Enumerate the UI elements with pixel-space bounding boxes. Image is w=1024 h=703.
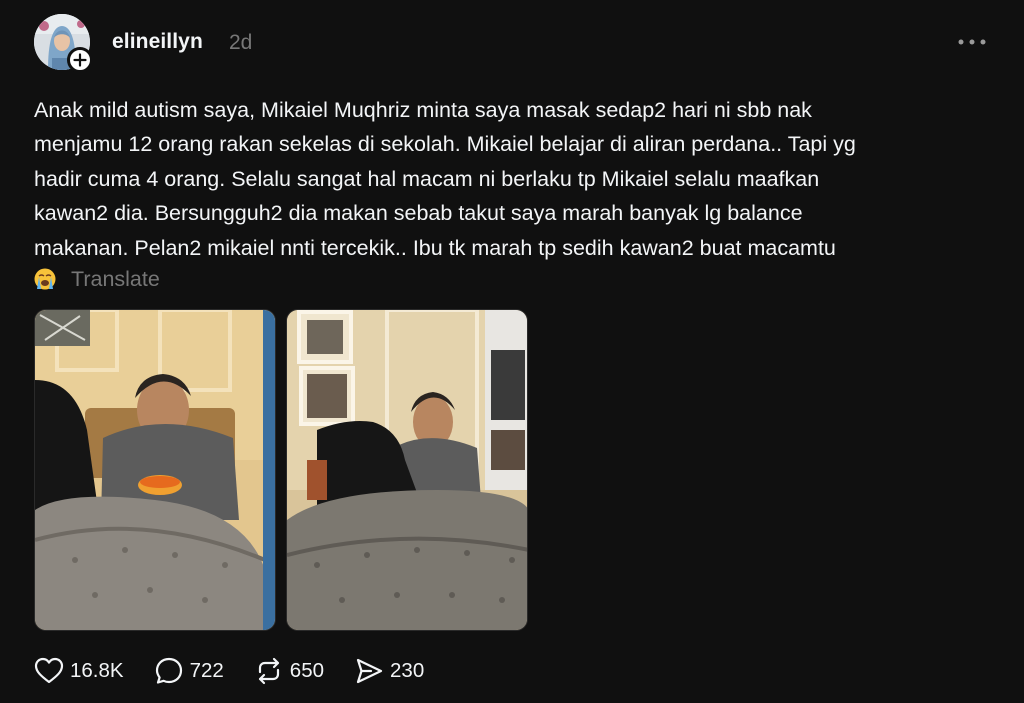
caption-line: kawan2 dia. Bersungguh2 dia makan sebab …: [34, 201, 803, 226]
more-icon: [958, 39, 986, 45]
more-options-button[interactable]: [952, 32, 992, 52]
repost-icon: [258, 657, 279, 685]
post-image-2[interactable]: [286, 309, 528, 631]
repost-button[interactable]: 650: [254, 656, 324, 686]
thread-post: elineillyn 2d Anak mild autism saya, Mik…: [0, 0, 1024, 703]
action-bar: 16.8K 722 650 230: [34, 652, 454, 690]
avatar-container[interactable]: [34, 14, 93, 73]
reply-button[interactable]: 722: [154, 656, 224, 686]
post-caption: Anak mild autism saya, Mikaiel Muqhriz m…: [34, 93, 994, 265]
send-icon: [356, 658, 383, 684]
share-button[interactable]: 230: [354, 656, 424, 686]
caption-line: makanan. Pelan2 mikaiel nnti tercekik.. …: [34, 235, 836, 260]
share-count: 230: [390, 659, 425, 682]
photo-boy-eating-icon: [35, 310, 275, 630]
like-count: 16.8K: [70, 659, 124, 682]
caption-line: Anak mild autism saya, Mikaiel Muqhriz m…: [34, 98, 812, 122]
photo-boy-beside-woman-icon: [287, 310, 527, 630]
username-link[interactable]: elineillyn: [112, 30, 203, 54]
plus-icon: [73, 53, 87, 67]
reply-count: 722: [189, 659, 224, 682]
like-button[interactable]: 16.8K: [34, 657, 124, 685]
post-timestamp[interactable]: 2d: [229, 31, 252, 55]
caption-line: menjamu 12 orang rakan sekelas di sekola…: [34, 132, 856, 157]
comment-bubble-icon: [155, 657, 182, 684]
translate-link[interactable]: Translate: [71, 267, 160, 292]
caption-line: hadir cuma 4 orang. Selalu sangat hal ma…: [34, 166, 820, 191]
translate-row: Translate: [34, 264, 160, 294]
heart-icon: [34, 657, 64, 684]
follow-plus-button[interactable]: [67, 47, 93, 73]
repost-count: 650: [289, 659, 325, 682]
loudly-crying-face-icon: [34, 268, 56, 290]
post-image-1[interactable]: [34, 309, 276, 631]
